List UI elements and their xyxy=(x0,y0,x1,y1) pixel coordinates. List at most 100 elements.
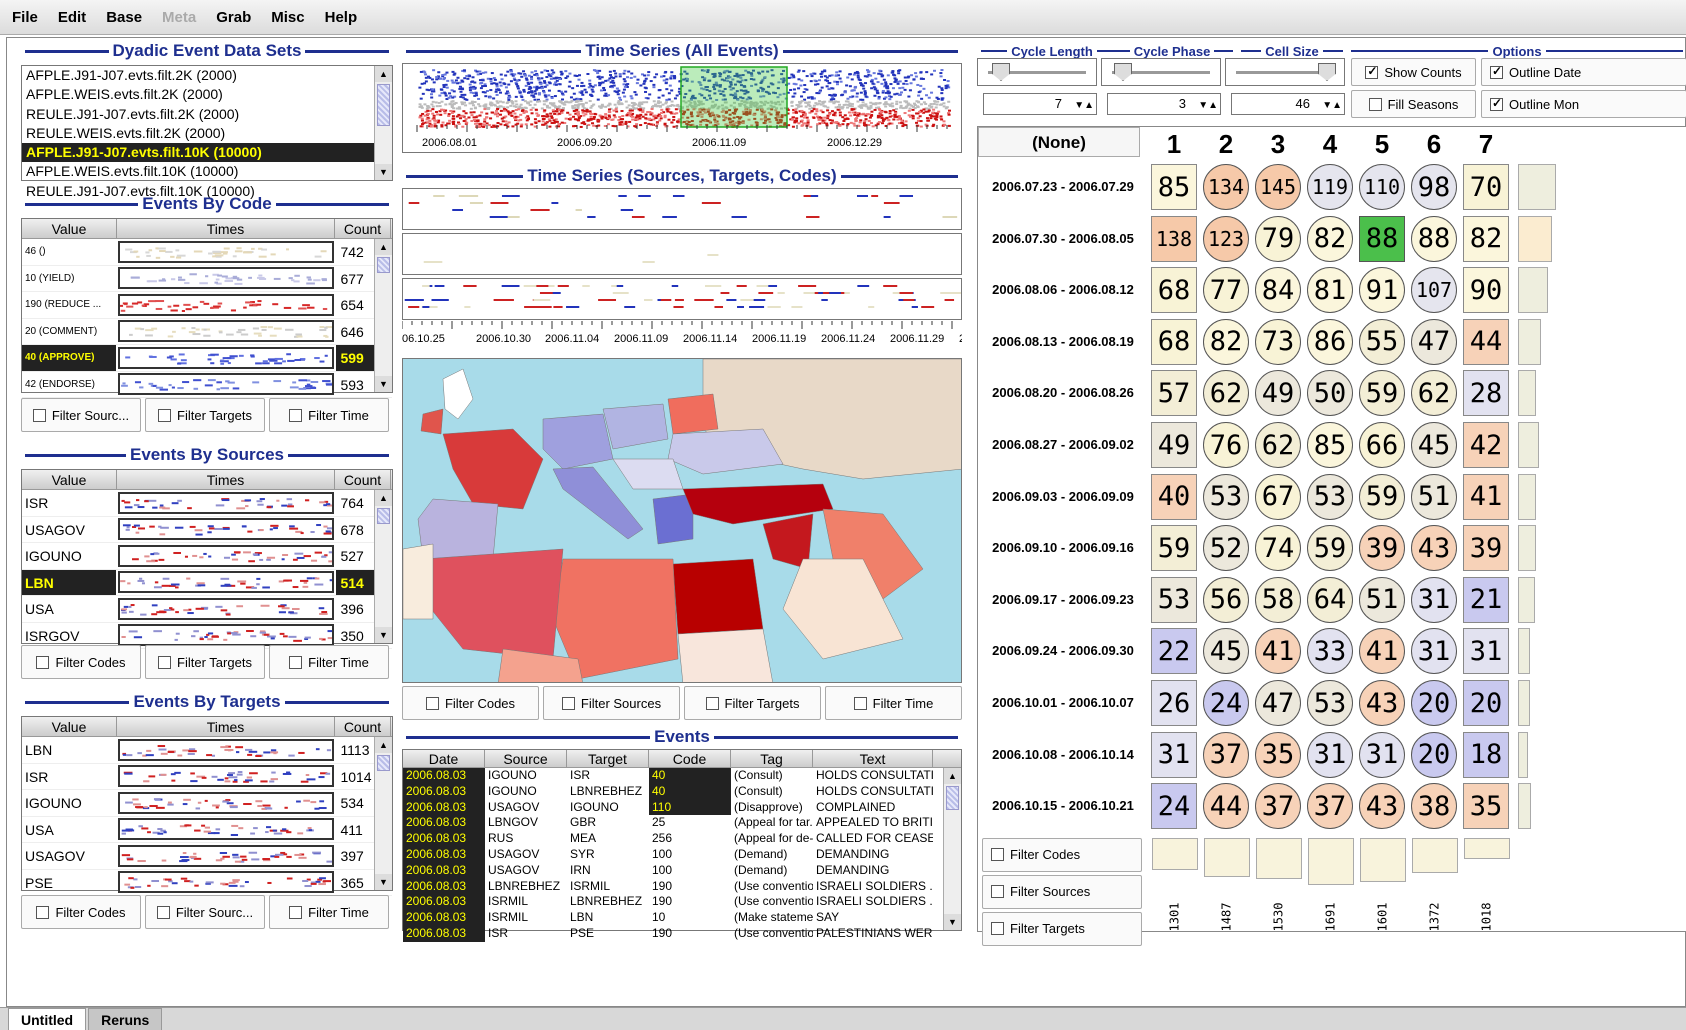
day-cell[interactable]: 62 xyxy=(1203,370,1249,417)
events-table[interactable]: Date Source Target Code Tag Text 2006.08.03 IG… xyxy=(402,749,962,942)
day-cell[interactable]: 31 xyxy=(1463,628,1509,675)
day-cell[interactable]: 37 xyxy=(1307,783,1353,830)
day-cell[interactable]: 74 xyxy=(1255,525,1301,572)
event-row[interactable]: 2006.08.03RUS MEA 256 (Appeal for de-...CAL… xyxy=(403,831,961,847)
column-header-text[interactable]: Text xyxy=(813,750,933,767)
day-cell[interactable]: 66 xyxy=(1359,422,1405,468)
table-row[interactable]: 42 (ENDORSE) 593 xyxy=(22,372,392,398)
day-cell[interactable]: 39 xyxy=(1463,525,1509,572)
day-cell[interactable]: 88 xyxy=(1359,215,1405,262)
day-cell[interactable]: 26 xyxy=(1151,680,1197,726)
event-row[interactable]: 2006.08.03 USAGOV IGOUNO 110 (Disapprove) COM… xyxy=(403,799,961,816)
filter-filter-time[interactable]: Filter Time xyxy=(269,645,389,679)
table-row[interactable]: USA 396 xyxy=(22,596,392,623)
grid-filter-filter-targets[interactable]: Filter Targets xyxy=(982,911,1142,946)
filter-filter-codes[interactable]: Filter Codes xyxy=(402,686,539,720)
event-row[interactable]: 2006.08.03 IGOUNO LBNREBHEZ 40 (Consult) HOLD… xyxy=(403,783,961,800)
day-cell[interactable]: 39 xyxy=(1359,525,1405,572)
day-cell[interactable]: 73 xyxy=(1255,318,1301,365)
ts-codes-track[interactable] xyxy=(402,278,962,320)
table-row[interactable]: 20 (COMMENT) 646 xyxy=(22,319,392,345)
day-cell[interactable]: 53 xyxy=(1307,473,1353,520)
day-cell[interactable]: 98 xyxy=(1411,164,1457,210)
day-cell[interactable]: 41 xyxy=(1359,628,1405,675)
day-cell[interactable]: 58 xyxy=(1255,576,1301,623)
day-cell[interactable]: 50 xyxy=(1307,370,1353,417)
day-cell[interactable]: 55 xyxy=(1359,318,1405,365)
day-cell[interactable]: 49 xyxy=(1151,422,1197,468)
day-cell[interactable]: 44 xyxy=(1463,318,1509,365)
day-cell[interactable]: 38 xyxy=(1411,783,1457,830)
day-cell[interactable]: 53 xyxy=(1151,576,1197,623)
table-row[interactable]: LBN 1113 xyxy=(22,737,392,764)
tab-reruns[interactable]: Reruns xyxy=(88,1008,163,1030)
filter-filter-time[interactable]: Filter Time xyxy=(269,398,389,432)
column-header-value[interactable]: Value xyxy=(22,219,117,238)
menu-grab[interactable]: Grab xyxy=(216,9,251,26)
day-cell[interactable]: 43 xyxy=(1359,783,1405,830)
day-cell[interactable]: 82 xyxy=(1307,215,1353,262)
day-cell[interactable]: 70 xyxy=(1463,164,1509,210)
day-cell[interactable]: 41 xyxy=(1463,473,1509,520)
day-cell[interactable]: 82 xyxy=(1463,215,1509,262)
day-cell[interactable]: 51 xyxy=(1411,473,1457,520)
day-cell[interactable]: 24 xyxy=(1151,783,1197,830)
day-cell[interactable]: 43 xyxy=(1359,680,1405,726)
tab-untitled[interactable]: Untitled xyxy=(8,1008,87,1030)
filter-filter-time[interactable]: Filter Time xyxy=(269,895,389,929)
day-cell[interactable]: 41 xyxy=(1255,628,1301,675)
day-cell[interactable]: 51 xyxy=(1359,576,1405,623)
filter-filter-sourc-[interactable]: Filter Sourc... xyxy=(145,895,265,929)
column-header-code[interactable]: Code xyxy=(649,750,731,767)
day-cell[interactable]: 20 xyxy=(1411,731,1457,778)
day-cell[interactable]: 22 xyxy=(1151,628,1197,675)
day-cell[interactable]: 68 xyxy=(1151,267,1197,314)
table-scrollbar[interactable]: ▲ ▼ xyxy=(374,737,392,890)
table-row[interactable]: USAGOV 678 xyxy=(22,517,392,543)
day-cell[interactable]: 40 xyxy=(1151,473,1197,520)
table-scrollbar[interactable]: ▲ ▼ xyxy=(374,490,392,643)
datasets-list[interactable]: AFPLE.J91-J07.evts.filt.2K (2000) AFPLE.W… xyxy=(21,65,393,199)
day-cell[interactable]: 145 xyxy=(1255,164,1301,210)
day-cell[interactable]: 82 xyxy=(1203,318,1249,365)
day-cell[interactable]: 85 xyxy=(1151,164,1197,210)
day-cell[interactable]: 57 xyxy=(1151,370,1197,417)
day-cell[interactable]: 21 xyxy=(1463,576,1509,623)
table-row[interactable]: PSE 365 xyxy=(22,870,392,896)
events-by-sources-table[interactable]: Value Times Count ISR 764 USAGOV 678 IGOUNO 527 L… xyxy=(21,469,393,649)
table-row[interactable]: 40 (APPROVE) 599 xyxy=(22,345,392,372)
cycle-length-slider[interactable] xyxy=(977,58,1097,86)
event-row[interactable]: 2006.08.03ISR PSE 190 (Use conventio...PALE… xyxy=(403,925,961,942)
day-cell[interactable]: 49 xyxy=(1255,370,1301,417)
table-row[interactable]: IGOUNO 527 xyxy=(22,543,392,570)
day-cell[interactable]: 53 xyxy=(1203,473,1249,520)
event-row[interactable]: 2006.08.03 LBNGOV GBR 25 (Appeal for tar... A… xyxy=(403,815,961,832)
filter-filter-time[interactable]: Filter Time xyxy=(825,686,962,720)
day-cell[interactable]: 85 xyxy=(1307,422,1353,468)
grid-filter-filter-sources[interactable]: Filter Sources xyxy=(982,874,1142,909)
day-cell[interactable]: 77 xyxy=(1203,267,1249,314)
day-cell[interactable]: 20 xyxy=(1463,680,1509,726)
event-row[interactable]: 2006.08.03 LBNREBHEZ ISRMIL 190 (Use convent… xyxy=(403,878,961,895)
event-row[interactable]: 2006.08.03 USAGOV SYR 100 (Demand) DEMANDING xyxy=(403,846,961,863)
menu-misc[interactable]: Misc xyxy=(271,9,304,26)
table-row[interactable]: 10 (YIELD) 677 xyxy=(22,266,392,292)
events-by-code-table[interactable]: Value Times Count 46 () 742 10 (YIELD) 677 190 … xyxy=(21,218,393,398)
day-cell[interactable]: 47 xyxy=(1411,318,1457,365)
day-cell[interactable]: 37 xyxy=(1255,783,1301,830)
filter-filter-targets[interactable]: Filter Targets xyxy=(684,686,821,720)
day-cell[interactable]: 84 xyxy=(1255,267,1301,314)
filter-filter-targets[interactable]: Filter Targets xyxy=(145,645,265,679)
cycle-phase-spinner[interactable]: 3 ▼▲ xyxy=(1107,93,1221,115)
dataset-item[interactable]: AFPLE.WEIS.evts.filt.10K (10000) xyxy=(22,162,392,181)
event-row[interactable]: 2006.08.03 ISRMIL LBNREBHEZ 190 (Use convent… xyxy=(403,894,961,911)
cell-size-spinner[interactable]: 46 ▼▲ xyxy=(1231,93,1345,115)
day-cell[interactable]: 52 xyxy=(1203,525,1249,572)
day-cell[interactable]: 24 xyxy=(1203,680,1249,726)
ts-targets-track[interactable] xyxy=(402,233,962,275)
cycle-phase-slider[interactable] xyxy=(1101,58,1221,86)
event-row[interactable]: 2006.08.03ISRMIL LBN 10 (Make statement)SAY xyxy=(403,910,961,926)
day-cell[interactable]: 45 xyxy=(1411,422,1457,468)
column-header-count[interactable]: Count xyxy=(335,470,391,489)
day-cell[interactable]: 79 xyxy=(1255,215,1301,262)
